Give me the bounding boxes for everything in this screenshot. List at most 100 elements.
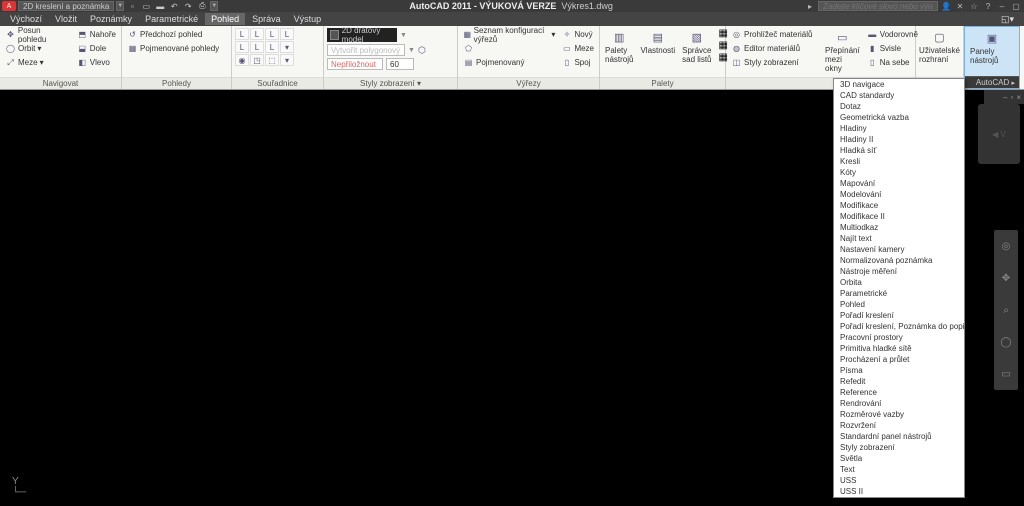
dropdown-item[interactable]: Text — [834, 464, 964, 475]
dropdown-item[interactable]: Hladiny II — [834, 134, 964, 145]
dropdown-item[interactable]: Rozvržení — [834, 420, 964, 431]
ribbon-options-icon[interactable]: ◱▾ — [995, 13, 1020, 26]
switch-windows-button[interactable]: ▭Přepínání mezi okny — [823, 28, 862, 74]
ucs-icon[interactable]: L — [250, 28, 264, 40]
close-icon[interactable]: ▢ — [1010, 1, 1022, 11]
dropdown-item[interactable]: Primitiva hladké sítě — [834, 343, 964, 354]
dropdown-item[interactable]: Hladiny — [834, 123, 964, 134]
close-icon[interactable]: × — [1016, 93, 1021, 102]
ucs-icon[interactable]: L — [250, 41, 264, 53]
nepr-field[interactable]: Nepřiložnout — [327, 58, 383, 70]
panel-toolpanels[interactable]: ▣Panely nástrojů AutoCAD ▸ — [964, 26, 1020, 89]
view-bottom-button[interactable]: ⬓Dole — [75, 42, 118, 55]
tile-horiz-button[interactable]: ▬Vodorovně — [865, 28, 920, 41]
ucs-icon[interactable]: L — [265, 28, 279, 40]
menu-vystup[interactable]: Výstup — [288, 13, 328, 25]
dropdown-item[interactable]: Normalizovaná poznámka — [834, 255, 964, 266]
cascade-button[interactable]: ▯Na sebe — [865, 56, 920, 69]
sign-in-icon[interactable]: 👤 — [940, 1, 952, 11]
app-logo[interactable]: A — [2, 1, 16, 11]
tool-icon[interactable]: ⬡ — [418, 45, 426, 56]
tool-panels-button[interactable]: ▣Panely nástrojů — [968, 29, 1016, 66]
dropdown-item[interactable]: Světla — [834, 453, 964, 464]
dropdown-item[interactable]: Parametrické — [834, 288, 964, 299]
nav-pan-icon[interactable]: ✥ — [1002, 273, 1010, 284]
dropdown-item[interactable]: Rendrování — [834, 398, 964, 409]
nav-orbit-icon[interactable]: ◯ — [1000, 337, 1011, 348]
dropdown-item[interactable]: Standardní panel nástrojů — [834, 431, 964, 442]
qat-dropdown[interactable]: ▼ — [210, 1, 218, 11]
undo-icon[interactable]: ↶ — [168, 1, 180, 11]
print-icon[interactable]: ⎙ — [196, 1, 208, 11]
vp-named-button[interactable]: ▤Pojmenovaný — [461, 56, 557, 69]
dropdown-item[interactable]: Nástroje měření — [834, 266, 964, 277]
ucs-icon[interactable]: ◳ — [250, 54, 264, 66]
nav-show-icon[interactable]: ▭ — [1001, 369, 1010, 380]
tile-vert-button[interactable]: ▮Svisle — [865, 42, 920, 55]
sheetset-button[interactable]: ▧Správce sad listů — [680, 28, 713, 65]
ucs-icon[interactable]: L — [235, 41, 249, 53]
dropdown-item[interactable]: USS II — [834, 486, 964, 497]
toolbars-dropdown[interactable]: 3D navigaceCAD standardyDotazGeometrická… — [833, 78, 965, 498]
workspace-selector[interactable]: 2D kreslení a poznámka — [18, 1, 114, 11]
open-icon[interactable]: ▭ — [140, 1, 152, 11]
exchange-icon[interactable]: ✕ — [954, 1, 966, 11]
ucs-icon[interactable]: L — [280, 28, 294, 40]
dropdown-item[interactable]: Rozměrové vazby — [834, 409, 964, 420]
view-left-button[interactable]: ◧Vlevo — [75, 56, 118, 69]
vp-extents-button[interactable]: ▭Meze — [559, 42, 596, 55]
dropdown-item[interactable]: CAD standardy — [834, 90, 964, 101]
extents-button[interactable]: ⤢Meze ▾ — [3, 56, 73, 69]
named-views-button[interactable]: ▦Pojmenované pohledy — [125, 42, 221, 55]
dropdown-item[interactable]: Písma — [834, 365, 964, 376]
nav-wheel-icon[interactable]: ◎ — [1002, 241, 1011, 252]
vp-join-button[interactable]: ▯Spoj — [559, 56, 596, 69]
dropdown-item[interactable]: Pořadí kreslení, Poznámka do popředí — [834, 321, 964, 332]
minimize-icon[interactable]: – — [996, 1, 1008, 11]
vp-config-button[interactable]: ▦Seznam konfigurací výřezů ▾ — [461, 28, 557, 41]
viewcube[interactable]: ◀ V — [978, 104, 1020, 164]
menu-parametricke[interactable]: Parametrické — [139, 13, 204, 25]
view-top-button[interactable]: ⬒Nahoře — [75, 28, 118, 41]
dropdown-item[interactable]: Pracovní prostory — [834, 332, 964, 343]
dropdown-item[interactable]: Dotaz — [834, 101, 964, 112]
restore-icon[interactable]: ▫ — [1010, 93, 1013, 102]
new-icon[interactable]: ▫ — [126, 1, 138, 11]
dropdown-item[interactable]: Nastavení kamery — [834, 244, 964, 255]
dropdown-item[interactable]: Multiodkaz — [834, 222, 964, 233]
nav-zoom-icon[interactable]: ⌕ — [1003, 305, 1009, 316]
dropdown-item[interactable]: Pořadí kreslení — [834, 310, 964, 321]
menu-pohled[interactable]: Pohled — [205, 13, 245, 25]
tool-palettes-button[interactable]: ▥Palety nástrojů — [603, 28, 635, 65]
dropdown-item[interactable]: Modifikace — [834, 200, 964, 211]
ucs-icon[interactable]: ◉ — [235, 54, 249, 66]
menu-sprava[interactable]: Správa — [246, 13, 287, 25]
dropdown-item[interactable]: Hladká síť — [834, 145, 964, 156]
dropdown-item[interactable]: Modifikace II — [834, 211, 964, 222]
vp-new-button[interactable]: ✧Nový — [559, 28, 596, 41]
ucs-icon[interactable]: L — [265, 41, 279, 53]
nav-bar[interactable]: ◎ ✥ ⌕ ◯ ▭ — [994, 230, 1018, 390]
display-styles-button[interactable]: ◫Styly zobrazení — [729, 56, 814, 69]
dropdown-item[interactable]: Refedit — [834, 376, 964, 387]
pan-button[interactable]: ✥Posun pohledu — [3, 28, 73, 41]
dropdown-item[interactable]: Styly zobrazení — [834, 442, 964, 453]
ucs-icon[interactable]: ▾ — [280, 41, 294, 53]
dropdown-item[interactable]: Kóty — [834, 167, 964, 178]
dropdown-item[interactable]: Modelování — [834, 189, 964, 200]
menu-vlozit[interactable]: Vložit — [49, 13, 83, 25]
dropdown-item[interactable]: Geometrická vazba — [834, 112, 964, 123]
prev-view-button[interactable]: ↺Předchozí pohled — [125, 28, 221, 41]
orbit-button[interactable]: ◯Orbit ▾ — [3, 42, 73, 55]
minimize-icon[interactable]: – — [1003, 93, 1007, 102]
ucs-icon[interactable]: ⬚ — [265, 54, 279, 66]
dropdown-item[interactable]: USS — [834, 475, 964, 486]
visual-style-select[interactable]: 2D drátový model — [327, 28, 397, 42]
favorite-icon[interactable]: ☆ — [968, 1, 980, 11]
menu-poznamky[interactable]: Poznámky — [84, 13, 138, 25]
redo-icon[interactable]: ↷ — [182, 1, 194, 11]
dropdown-item[interactable]: Uchopení objektů — [834, 497, 964, 498]
properties-button[interactable]: ▤Vlastnosti — [638, 28, 677, 56]
workspace-dropdown-arrow[interactable]: ▼ — [116, 1, 124, 11]
dropdown-item[interactable]: Procházení a průlet — [834, 354, 964, 365]
